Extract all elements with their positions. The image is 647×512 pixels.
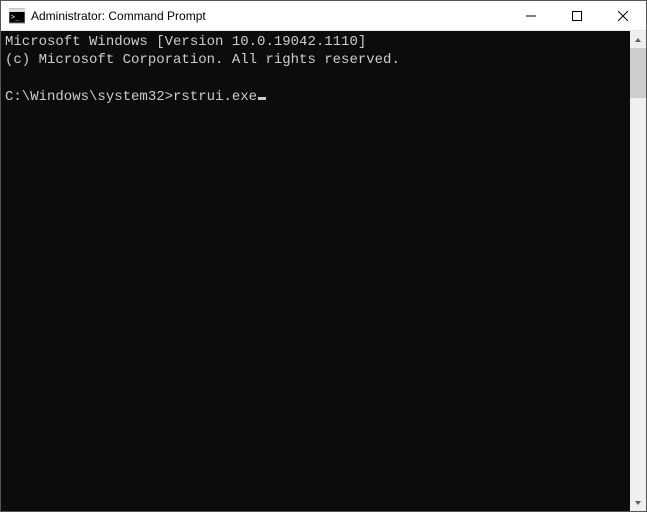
maximize-button[interactable] [554,1,600,30]
scroll-thumb[interactable] [630,48,646,98]
titlebar[interactable]: >_ Administrator: Command Prompt [1,1,646,31]
vertical-scrollbar[interactable] [630,31,646,511]
prompt-line: C:\Windows\system32>rstrui.exe [5,88,626,106]
minimize-button[interactable] [508,1,554,30]
content-area: Microsoft Windows [Version 10.0.19042.11… [1,31,646,511]
scroll-up-arrow-icon[interactable] [630,31,646,48]
window-title: Administrator: Command Prompt [31,9,508,23]
terminal-line: (c) Microsoft Corporation. All rights re… [5,51,626,69]
scroll-track[interactable] [630,48,646,494]
window-controls [508,1,646,30]
prompt-path: C:\Windows\system32> [5,88,173,106]
terminal-output[interactable]: Microsoft Windows [Version 10.0.19042.11… [1,31,630,511]
terminal-line: Microsoft Windows [Version 10.0.19042.11… [5,33,626,51]
scroll-down-arrow-icon[interactable] [630,494,646,511]
cursor-icon [258,97,266,100]
close-button[interactable] [600,1,646,30]
terminal-blank-line [5,69,626,87]
typed-command: rstrui.exe [173,88,257,106]
cmd-icon: >_ [9,8,25,24]
svg-text:>_: >_ [11,13,20,21]
command-prompt-window: >_ Administrator: Command Prompt Microso… [0,0,647,512]
